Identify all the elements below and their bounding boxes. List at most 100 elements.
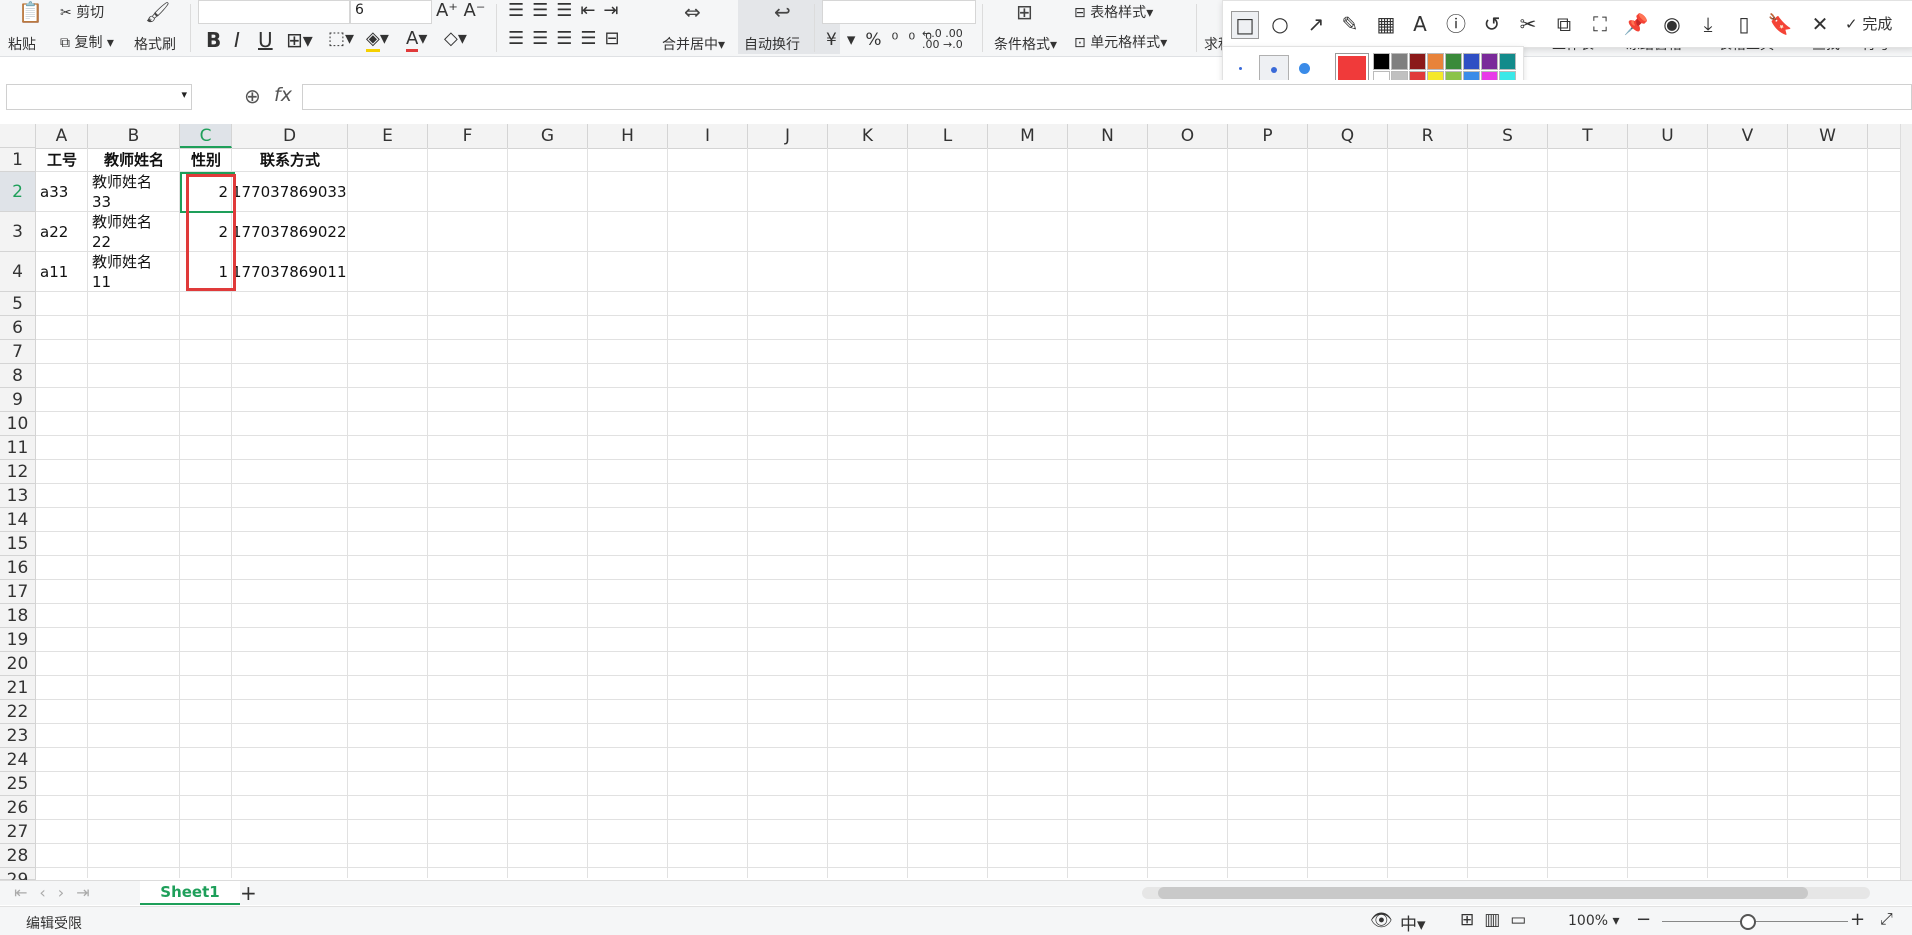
shape-icon[interactable]: ⬚▾ <box>328 28 354 49</box>
row-header[interactable]: 9 <box>0 388 36 412</box>
input-method-icon[interactable]: 中▾ <box>1400 910 1426 935</box>
column-header[interactable]: A <box>36 124 88 148</box>
row-header[interactable]: 7 <box>0 340 36 364</box>
align-left-icon[interactable]: ☰☰☰☰⊟ <box>508 28 628 49</box>
column-header[interactable]: C <box>180 124 232 148</box>
download-icon[interactable]: ⤓ <box>1695 11 1721 37</box>
copy-screenshot-icon[interactable]: ⧉ <box>1551 11 1577 37</box>
row-header[interactable]: 6 <box>0 316 36 340</box>
table-style-button[interactable]: ⊟ 表格样式▾ <box>1074 2 1153 22</box>
fill-color-icon[interactable]: ◈▾ <box>366 28 389 52</box>
row-header[interactable]: 16 <box>0 556 36 580</box>
column-header[interactable]: T <box>1548 124 1628 148</box>
row-header[interactable]: 13 <box>0 484 36 508</box>
row-header[interactable]: 10 <box>0 412 36 436</box>
column-header[interactable]: M <box>988 124 1068 148</box>
row-header[interactable]: 11 <box>0 436 36 460</box>
scroll-thumb[interactable] <box>1158 887 1808 899</box>
color-swatch[interactable] <box>1445 53 1462 70</box>
conditional-format-button[interactable]: 条件格式▾ <box>994 34 1057 54</box>
pin-icon[interactable]: 📌 <box>1623 11 1649 37</box>
column-header[interactable]: G <box>508 124 588 148</box>
formula-input[interactable] <box>302 84 1912 110</box>
column-header[interactable]: H <box>588 124 668 148</box>
row-header[interactable]: 28 <box>0 844 36 868</box>
cell-id[interactable]: a22 <box>40 212 88 252</box>
merge-center-button[interactable]: 合并居中▾ <box>662 34 725 54</box>
eye-protect-icon[interactable]: 👁 <box>1370 910 1393 931</box>
ocr-icon[interactable]: ⛶ <box>1587 11 1613 37</box>
cell-phone[interactable]: 177037869033 <box>232 172 348 212</box>
zoom-formula-icon[interactable]: ⊕ <box>244 84 261 108</box>
undo-icon[interactable]: ↺ <box>1479 11 1505 37</box>
close-icon[interactable]: ✕ <box>1807 11 1833 37</box>
header-cell-gender[interactable]: 性别 <box>180 148 232 172</box>
column-header[interactable]: N <box>1068 124 1148 148</box>
column-header[interactable]: O <box>1148 124 1228 148</box>
function-icon[interactable]: fx <box>274 84 292 106</box>
chevron-down-icon[interactable]: ▾ <box>181 88 187 101</box>
zoom-slider-handle[interactable] <box>1740 914 1756 930</box>
add-sheet-button[interactable]: + <box>240 881 257 905</box>
color-swatch[interactable] <box>1463 53 1480 70</box>
header-cell-contact[interactable]: 联系方式 <box>232 148 348 172</box>
fullscreen-icon[interactable]: ⤢ <box>1880 909 1893 929</box>
bookmark-icon[interactable]: 🔖 <box>1767 11 1793 37</box>
row-header[interactable]: 19 <box>0 628 36 652</box>
color-swatch[interactable] <box>1409 53 1426 70</box>
column-header[interactable]: W <box>1788 124 1868 148</box>
row-header[interactable]: 18 <box>0 604 36 628</box>
ellipse-icon[interactable]: ○ <box>1267 11 1293 37</box>
arrow-icon[interactable]: ↗ <box>1303 11 1329 37</box>
row-header[interactable]: 3 <box>0 212 36 252</box>
italic-icon[interactable]: I <box>234 28 240 52</box>
row-header[interactable]: 2 <box>0 172 36 212</box>
column-header[interactable]: Q <box>1308 124 1388 148</box>
row-header[interactable]: 14 <box>0 508 36 532</box>
crop-icon[interactable]: ✂ <box>1515 11 1541 37</box>
underline-icon[interactable]: U <box>258 28 273 52</box>
row-header[interactable]: 20 <box>0 652 36 676</box>
column-header[interactable]: L <box>908 124 988 148</box>
border-icon[interactable]: ⊞▾ <box>286 28 313 52</box>
color-swatch[interactable] <box>1373 53 1390 70</box>
font-color-icon[interactable]: A▾ <box>406 28 427 52</box>
cell-id[interactable]: a11 <box>40 252 88 292</box>
color-swatch[interactable] <box>1481 53 1498 70</box>
horizontal-scrollbar[interactable] <box>1142 887 1870 899</box>
header-cell-id[interactable]: 工号 <box>36 148 88 172</box>
row-header[interactable]: 15 <box>0 532 36 556</box>
row-header[interactable]: 5 <box>0 292 36 316</box>
row-header[interactable]: 17 <box>0 580 36 604</box>
format-painter-button[interactable]: 格式刷 <box>134 34 176 54</box>
sheet-nav-icon[interactable]: ⇤‹›⇥ <box>14 883 102 902</box>
row-header[interactable]: 24 <box>0 748 36 772</box>
zoom-out-icon[interactable]: − <box>1636 909 1651 930</box>
row-header[interactable]: 1 <box>0 148 36 172</box>
row-header[interactable]: 4 <box>0 252 36 292</box>
row-header[interactable]: 23 <box>0 724 36 748</box>
pen-size-large[interactable] <box>1299 63 1310 74</box>
phone-icon[interactable]: ▯ <box>1731 11 1757 37</box>
cell-name[interactable]: 教师姓名 33 <box>92 172 180 212</box>
column-header[interactable]: D <box>232 124 348 148</box>
done-button[interactable]: ✓ 完成 <box>1845 13 1892 34</box>
vertical-scrollbar[interactable] <box>1900 124 1912 880</box>
decimal-icon[interactable]: ←.0 .00.00 →.0 <box>922 28 963 50</box>
cell-phone[interactable]: 177037869011 <box>232 252 348 292</box>
column-header[interactable]: I <box>668 124 748 148</box>
row-header[interactable]: 25 <box>0 772 36 796</box>
view-mode-icon[interactable]: ⊞▥▭ <box>1460 910 1536 930</box>
cell-name[interactable]: 教师姓名 22 <box>92 212 180 252</box>
cell-name[interactable]: 教师姓名 11 <box>92 252 180 292</box>
column-header[interactable]: F <box>428 124 508 148</box>
merge-center-icon[interactable]: ⇔ <box>684 2 701 22</box>
conditional-format-icon[interactable]: ⊞ <box>1016 2 1033 22</box>
sheet-tab-sheet1[interactable]: Sheet1 <box>140 881 240 905</box>
column-header[interactable]: S <box>1468 124 1548 148</box>
text-icon[interactable]: A <box>1407 11 1433 37</box>
format-painter-icon[interactable]: 🖌 <box>145 2 170 22</box>
cell-phone[interactable]: 177037869022 <box>232 212 348 252</box>
column-header[interactable]: J <box>748 124 828 148</box>
pen-size-small[interactable] <box>1239 67 1242 70</box>
